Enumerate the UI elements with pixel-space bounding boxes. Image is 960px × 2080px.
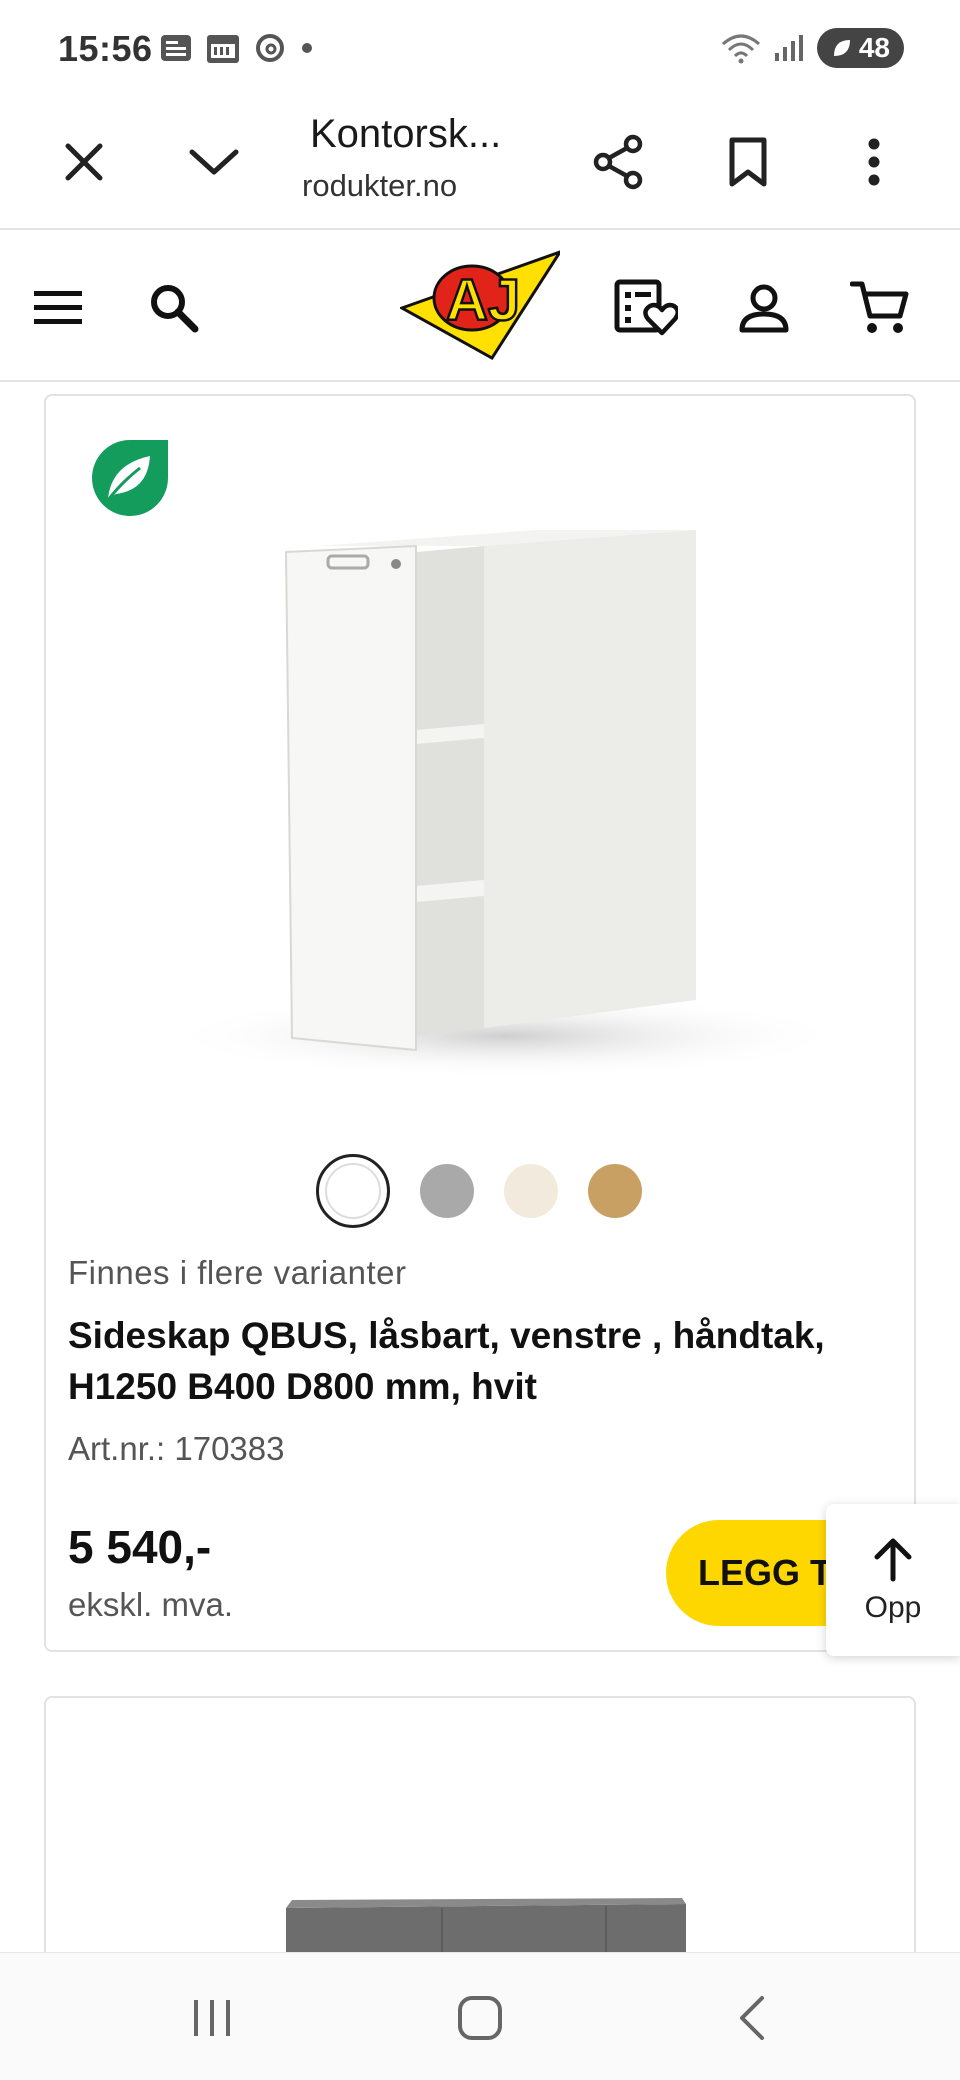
page-title[interactable]: Kontorsk...: [310, 112, 501, 157]
close-tab-button[interactable]: [48, 126, 120, 198]
account-button[interactable]: [728, 272, 800, 344]
wishlist-icon: [614, 279, 678, 336]
signal-icon: [774, 35, 803, 61]
more-vertical-icon: [868, 138, 880, 186]
arrow-up-icon: [874, 1538, 912, 1582]
bookmark-button[interactable]: [712, 126, 784, 198]
product-card[interactable]: [44, 1696, 916, 1956]
swatch-oak[interactable]: [588, 1164, 642, 1218]
favorites-list-button[interactable]: [610, 272, 682, 344]
article-number: Art.nr.: 170383: [68, 1430, 285, 1467]
user-icon: [739, 284, 789, 333]
product-name[interactable]: Sideskap QBUS, låsbart, venstre , håndta…: [68, 1310, 878, 1412]
scroll-to-top-label: Opp: [864, 1591, 922, 1624]
chevron-down-icon: [189, 149, 239, 175]
menu-button[interactable]: [22, 272, 94, 344]
battery-level: 48: [858, 32, 890, 63]
price-vat-note: ekskl. mva.: [68, 1586, 234, 1623]
search-button[interactable]: [138, 272, 210, 344]
share-button[interactable]: [582, 126, 654, 198]
bookmark-icon: [729, 137, 767, 187]
shopping-cart-icon: [850, 281, 909, 333]
logo-text: AJ: [446, 268, 520, 333]
wifi-icon: [721, 34, 760, 64]
eco-leaf-icon: [92, 440, 168, 516]
scroll-to-top-button[interactable]: Opp: [826, 1504, 960, 1656]
swatch-beige[interactable]: [504, 1164, 558, 1218]
product-image[interactable]: [106, 516, 866, 1076]
recent-apps-icon: [194, 2000, 230, 2036]
threads-icon: [256, 34, 284, 62]
more-options-button[interactable]: [838, 126, 910, 198]
browser-toolbar: Kontorsk... rodukter.no: [0, 96, 960, 230]
product-card[interactable]: Finnes i flere varianter Sideskap QBUS, …: [44, 394, 960, 1652]
recent-apps-button[interactable]: [172, 1983, 252, 2053]
status-time: 15:56: [58, 28, 153, 69]
aj-logo[interactable]: AJ: [400, 246, 560, 366]
swatch-grey[interactable]: [420, 1164, 474, 1218]
news-icon: [161, 35, 191, 61]
close-icon: [65, 143, 103, 181]
color-swatches: [316, 1154, 642, 1228]
battery-indicator: 48: [816, 28, 904, 68]
share-icon: [593, 134, 643, 190]
search-icon: [151, 285, 199, 333]
site-header: AJ: [0, 232, 960, 382]
home-button[interactable]: [440, 1983, 520, 2053]
minimize-tab-button[interactable]: [178, 126, 250, 198]
hamburger-menu-icon: [34, 291, 82, 324]
cart-button[interactable]: [844, 272, 916, 344]
back-icon: [740, 1996, 764, 2040]
status-notification-icons: [160, 32, 314, 64]
swatch-white[interactable]: [316, 1154, 390, 1228]
home-icon: [458, 1996, 502, 2040]
product-price: 5 540,-: [68, 1521, 212, 1573]
status-system-icons: 48: [721, 28, 904, 68]
back-button[interactable]: [712, 1983, 792, 2053]
leaf-icon: [833, 40, 850, 56]
system-navigation-bar: [0, 1952, 960, 2080]
page-url[interactable]: rodukter.no: [302, 168, 457, 204]
status-bar: 15:56 48: [0, 0, 960, 96]
product-image[interactable]: [286, 1898, 686, 1956]
calendar-1881-icon: [207, 35, 239, 63]
dot-icon: [302, 43, 312, 53]
variants-text: Finnes i flere varianter: [68, 1254, 407, 1291]
